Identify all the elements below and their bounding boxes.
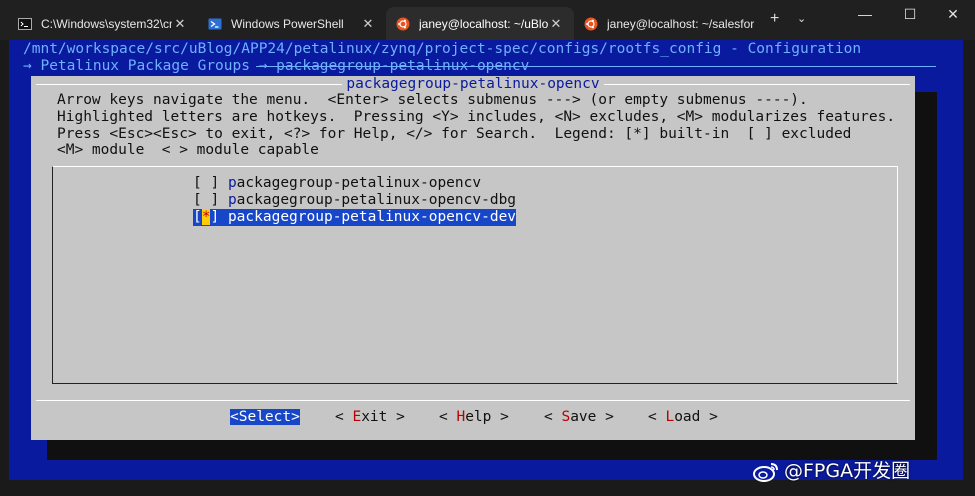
checkbox[interactable]: [ ]	[193, 192, 219, 208]
menu-item-opencv-dev[interactable]: [*] packagegroup-petalinux-opencv-dev	[193, 209, 517, 226]
bracket: >	[700, 409, 718, 425]
hotkey: S	[561, 409, 571, 425]
menu-item-label: ackagegroup-petalinux-opencv-dev	[236, 209, 517, 225]
save-button[interactable]: < Save >	[544, 409, 614, 425]
new-tab-button[interactable]: +	[770, 10, 779, 28]
close-tab-icon[interactable]: ✕	[548, 16, 564, 32]
checkbox-close: ]	[210, 209, 220, 225]
tab-label: janey@localhost: ~/uBlog/	[419, 16, 548, 31]
checkbox[interactable]: [*]	[193, 209, 219, 225]
checkbox-open: [	[193, 209, 202, 225]
bracket: <	[544, 409, 562, 425]
button-label: elect	[247, 409, 292, 425]
maximize-button[interactable]: ☐	[895, 6, 925, 23]
scrollbar-track[interactable]	[963, 40, 975, 496]
help-line: Press <Esc><Esc> to exit, <?> for Help, …	[57, 125, 852, 142]
tab-salesforce[interactable]: janey@localhost: ~/salesfor	[574, 7, 762, 40]
hotkey: E	[352, 409, 362, 425]
button-label: ave	[570, 409, 597, 425]
checkbox[interactable]: [ ]	[193, 175, 219, 191]
bracket: >	[387, 409, 405, 425]
watermark: @FPGA开发圈	[752, 456, 910, 483]
ubuntu-icon	[584, 17, 598, 30]
close-tab-icon[interactable]: ✕	[172, 16, 188, 32]
header-divider	[256, 66, 936, 67]
tab-powershell[interactable]: Windows PowerShell ✕	[198, 7, 386, 40]
hotkey: L	[665, 409, 675, 425]
help-text: Arrow keys navigate the menu. <Enter> se…	[57, 92, 895, 159]
help-button[interactable]: < Help >	[439, 409, 509, 425]
dialog-title-text: packagegroup-petalinux-opencv	[342, 76, 604, 92]
tab-cmd[interactable]: C:\Windows\system32\cmd ✕	[8, 7, 198, 40]
bracket: <	[230, 409, 239, 425]
select-button[interactable]: <Select>	[230, 409, 300, 425]
button-label: oad	[674, 409, 701, 425]
close-tab-icon[interactable]: ✕	[360, 16, 376, 32]
close-window-button[interactable]: ✕	[938, 6, 968, 23]
menuconfig-dialog: packagegroup-petalinux-opencv Arrow keys…	[31, 76, 915, 440]
menu-item-label: ackagegroup-petalinux-opencv-dbg	[236, 192, 517, 208]
button-label: elp	[465, 409, 492, 425]
bracket: >	[491, 409, 509, 425]
menu-item-opencv[interactable]: [ ] packagegroup-petalinux-opencv	[193, 175, 481, 192]
button-label: xit	[361, 409, 388, 425]
powershell-icon	[208, 18, 222, 29]
tab-label: C:\Windows\system32\cmd	[41, 16, 172, 31]
weibo-icon	[753, 462, 778, 482]
minimize-button[interactable]: —	[850, 6, 880, 22]
tab-bar: C:\Windows\system32\cmd ✕ Windows PowerS…	[0, 0, 975, 40]
help-line: <M> module < > module capable	[57, 142, 319, 159]
tab-label: janey@localhost: ~/salesfor	[607, 16, 755, 31]
tab-ublog[interactable]: janey@localhost: ~/uBlog/ ✕	[386, 7, 574, 40]
dialog-title: packagegroup-petalinux-opencv	[31, 76, 915, 92]
menu-item-opencv-dbg[interactable]: [ ] packagegroup-petalinux-opencv-dbg	[193, 192, 516, 209]
bracket: <	[648, 409, 666, 425]
menu-list: [ ] packagegroup-petalinux-opencv [ ] pa…	[52, 166, 898, 384]
watermark-text: @FPGA开发圈	[784, 460, 911, 482]
menu-item-label: ackagegroup-petalinux-opencv	[236, 175, 482, 191]
load-button[interactable]: < Load >	[648, 409, 718, 425]
help-line: Highlighted letters are hotkeys. Pressin…	[57, 108, 896, 125]
ubuntu-icon	[396, 17, 410, 30]
tab-label: Windows PowerShell	[231, 16, 344, 31]
exit-button[interactable]: < Exit >	[335, 409, 405, 425]
bracket: <	[335, 409, 353, 425]
bracket: <	[439, 409, 457, 425]
cmd-icon	[18, 17, 32, 30]
hotkey: p	[227, 209, 237, 225]
hotkey: p	[227, 192, 237, 208]
bracket: >	[291, 409, 300, 425]
button-separator	[36, 400, 910, 401]
hotkey: p	[227, 175, 237, 191]
button-row: <Select> < Exit > < Help > < Save > < Lo…	[31, 409, 915, 427]
help-line: Arrow keys navigate the menu. <Enter> se…	[57, 92, 808, 108]
bracket: >	[596, 409, 614, 425]
left-edge	[0, 40, 9, 496]
hotkey: H	[456, 409, 466, 425]
tab-dropdown-chevron-icon[interactable]: ⌄	[797, 12, 806, 25]
config-path-header: /mnt/workspace/src/uBlog/APP24/petalinux…	[23, 41, 862, 57]
